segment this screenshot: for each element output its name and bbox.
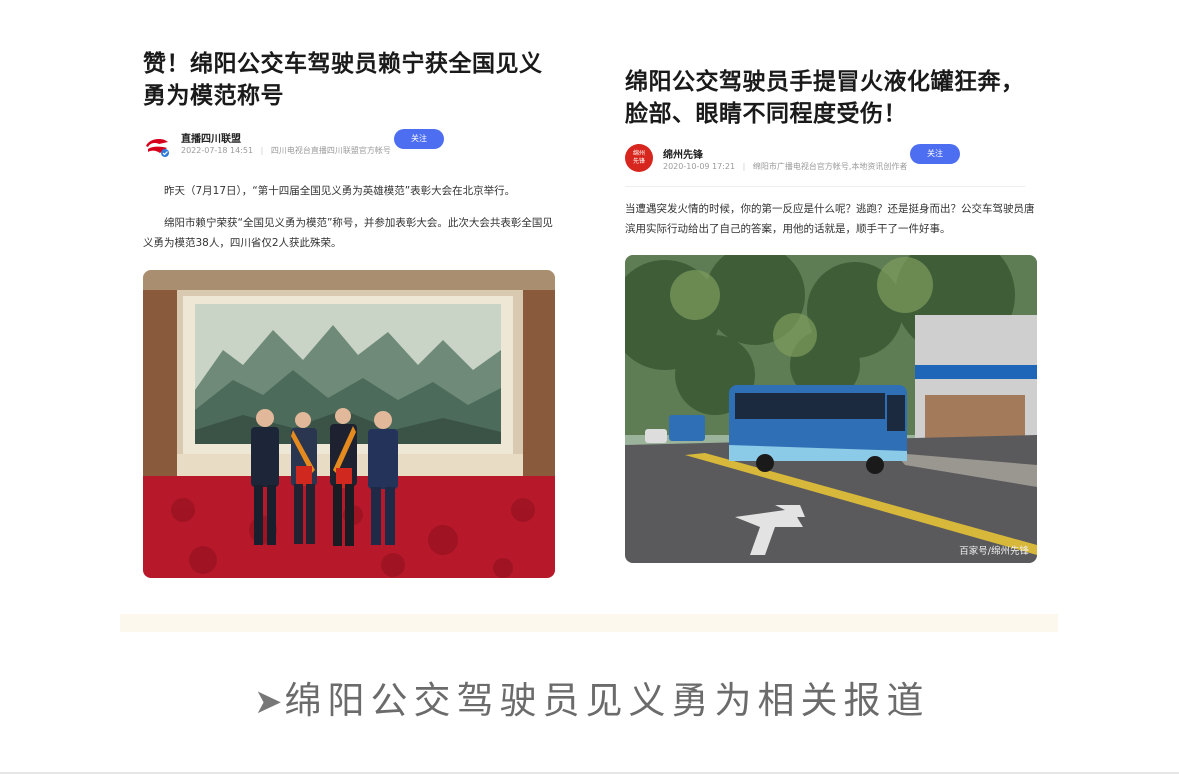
article-card-left[interactable]: 赞！绵阳公交车驾驶员赖宁获全国见义勇为模范称号 直播四川联盟 2022-07-1… xyxy=(143,48,555,583)
mianzhou-xianfeng-logo-icon: 绵州先锋 xyxy=(625,144,653,172)
divider xyxy=(625,186,1025,187)
source-name[interactable]: 绵州先锋 xyxy=(663,146,703,161)
article-headline[interactable]: 绵阳公交驾驶员手提冒火液化罐狂奔，脸部、眼睛不同程度受伤！ xyxy=(625,66,1037,130)
follow-button[interactable]: 关注 xyxy=(910,144,960,164)
caption-text: 绵阳公交驾驶员见义勇为相关报道 xyxy=(284,679,930,722)
ceremony-illustration xyxy=(143,270,555,578)
meta-divider: | xyxy=(742,162,746,171)
follow-button[interactable]: 关注 xyxy=(394,129,444,149)
award-ceremony-photo[interactable] xyxy=(143,270,555,578)
source-date: 2022-07-18 14:51 xyxy=(181,146,254,155)
meta-divider: | xyxy=(260,146,264,155)
source-row: 绵州先锋 绵州先锋 2020-10-09 17:21 | 绵阳市广播电视台官方帐… xyxy=(625,144,1037,178)
photo-watermark: 百家号/绵州先锋 xyxy=(959,546,1029,557)
source-meta: 2020-10-09 17:21 | 绵阳市广播电视台官方帐号,本地资讯创作者 xyxy=(663,161,907,172)
logo-text: 绵州先锋 xyxy=(632,150,645,165)
article-card-right[interactable]: 绵阳公交驾驶员手提冒火液化罐狂奔，脸部、眼睛不同程度受伤！ 绵州先锋 绵州先锋 … xyxy=(625,66,1037,566)
arrow-icon: ➤ xyxy=(254,682,283,722)
source-name[interactable]: 直播四川联盟 xyxy=(181,130,241,145)
source-description: 绵阳市广播电视台官方帐号,本地资讯创作者 xyxy=(752,162,908,171)
article-paragraph: 昨天（7月17日），“第十四届全国见义勇为英雄模范”表彰大会在北京举行。 xyxy=(164,185,516,197)
source-row: 直播四川联盟 2022-07-18 14:51 | 四川电视台直播四川联盟官方帐… xyxy=(143,128,555,162)
article-body: 昨天（7月17日），“第十四届全国见义勇为英雄模范”表彰大会在北京举行。 绵阳市… xyxy=(143,181,555,253)
article-paragraph: 绵阳市赖宁荣获“全国见义勇为模范”称号，并参加表彰大会。此次大会共表彰全国见义勇… xyxy=(143,217,553,249)
bus xyxy=(729,385,907,474)
article-headline[interactable]: 赞！绵阳公交车驾驶员赖宁获全国见义勇为模范称号 xyxy=(143,48,555,112)
source-date: 2020-10-09 17:21 xyxy=(663,162,736,171)
article-paragraph: 当遭遇突发火情的时候，你的第一反应是什么呢？逃跑？还是挺身而出？公交车驾驶员唐滨… xyxy=(625,203,1035,235)
bus-illustration xyxy=(625,255,1037,563)
bus-street-photo[interactable]: 百家号/绵州先锋 xyxy=(625,255,1037,563)
section-divider-band xyxy=(120,614,1058,632)
source-description: 四川电视台直播四川联盟官方帐号 xyxy=(270,146,391,155)
sichuan-live-logo-icon xyxy=(146,138,169,157)
source-meta: 2022-07-18 14:51 | 四川电视台直播四川联盟官方帐号 xyxy=(181,145,391,156)
section-caption: ➤绵阳公交驾驶员见义勇为相关报道 xyxy=(254,670,930,724)
